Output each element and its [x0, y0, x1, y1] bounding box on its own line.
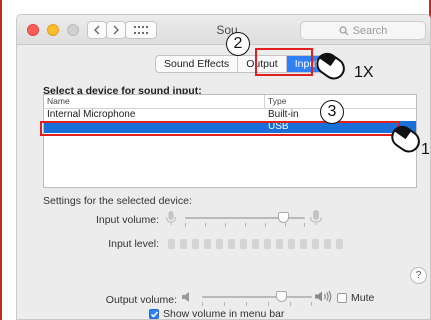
- zoom-window-button[interactable]: [67, 24, 79, 36]
- chevron-left-icon: [94, 25, 100, 35]
- checkmark-icon: [150, 311, 159, 318]
- input-device-table: Name Type Internal Microphone Built-in U…: [43, 94, 417, 188]
- help-button[interactable]: ?: [410, 267, 427, 284]
- level-segment: [276, 239, 283, 249]
- highlight-input-tab: [255, 48, 313, 76]
- show-volume-menu-bar-label: Show volume in menu bar: [163, 308, 285, 320]
- microphone-low-icon: [165, 211, 177, 225]
- show-all-button[interactable]: [125, 21, 157, 39]
- device-type: Built-in: [268, 109, 299, 120]
- speaker-low-icon: [182, 292, 189, 302]
- microphone-high-icon: [309, 210, 323, 225]
- device-settings-heading: Settings for the selected device:: [43, 195, 192, 207]
- level-segment: [252, 239, 259, 249]
- mute-label: Mute: [351, 292, 375, 304]
- title-bar: Sou Search: [17, 15, 430, 45]
- search-placeholder: Search: [352, 24, 388, 37]
- level-segment: [312, 239, 319, 249]
- output-volume-knob[interactable]: [276, 291, 288, 302]
- window-title: Sou: [216, 23, 238, 37]
- column-header-type[interactable]: Type: [265, 95, 286, 108]
- level-segment: [288, 239, 295, 249]
- step-2-badge: 2: [226, 32, 250, 56]
- search-field[interactable]: Search: [300, 21, 426, 40]
- sound-preferences-window: Sou Search Sound Effects Output Input Se…: [16, 14, 431, 320]
- step-3-badge: 3: [320, 100, 344, 124]
- level-segment: [180, 239, 187, 249]
- device-name: Internal Microphone: [47, 109, 136, 120]
- input-level-label: Input level:: [108, 238, 159, 250]
- level-segment: [336, 239, 343, 249]
- close-window-button[interactable]: [27, 24, 39, 36]
- mouse-click-icon: [316, 52, 345, 80]
- level-segment: [264, 239, 271, 249]
- click-count-label: 1: [421, 141, 430, 158]
- level-segment: [168, 239, 175, 249]
- input-level-meter: [168, 239, 343, 249]
- level-segment: [216, 239, 223, 249]
- output-volume-label: Output volume:: [105, 294, 177, 306]
- level-segment: [204, 239, 211, 249]
- search-icon: [338, 25, 348, 35]
- column-header-name[interactable]: Name: [44, 95, 265, 108]
- show-volume-menu-bar-checkbox[interactable]: [149, 309, 159, 319]
- chevron-right-icon: [113, 25, 119, 35]
- table-header: Name Type: [44, 95, 416, 109]
- table-row-internal-microphone[interactable]: Internal Microphone Built-in: [44, 109, 416, 121]
- click-count-label: 1X: [354, 64, 374, 81]
- back-button[interactable]: [87, 21, 107, 39]
- level-segment: [228, 239, 235, 249]
- forward-button[interactable]: [106, 21, 126, 39]
- input-volume-label: Input volume:: [95, 214, 159, 226]
- mute-checkbox[interactable]: [337, 293, 347, 303]
- grid-icon: [134, 26, 148, 34]
- level-segment: [300, 239, 307, 249]
- highlight-usb-row: [40, 121, 400, 136]
- speaker-high-icon: [315, 290, 332, 303]
- level-segment: [192, 239, 199, 249]
- level-segment: [324, 239, 331, 249]
- level-segment: [240, 239, 247, 249]
- tab-sound-effects[interactable]: Sound Effects: [156, 56, 239, 72]
- minimize-window-button[interactable]: [47, 24, 59, 36]
- output-volume-track[interactable]: [202, 296, 312, 298]
- input-volume-knob[interactable]: [278, 212, 290, 223]
